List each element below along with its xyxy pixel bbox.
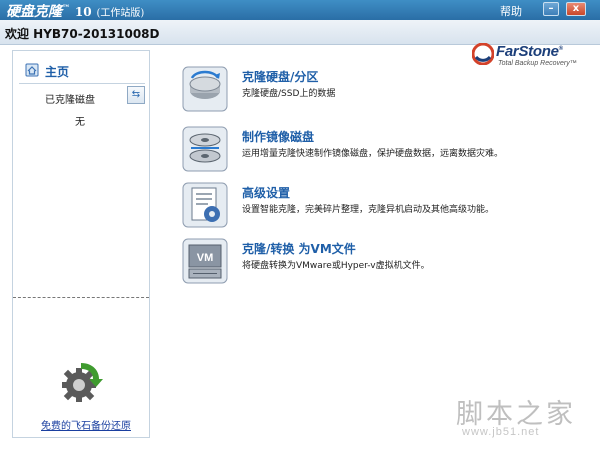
- task-title: 克隆硬盘/分区: [242, 70, 319, 84]
- mirror-disk-icon: [182, 126, 228, 172]
- close-button[interactable]: x: [566, 2, 586, 16]
- task-title: 高级设置: [242, 186, 291, 200]
- sidebar-item-label: 主页: [45, 65, 70, 79]
- help-link[interactable]: 帮助: [500, 3, 522, 19]
- app-name: 硬盘克隆: [6, 4, 62, 20]
- task-clone-disk[interactable]: 克隆硬盘/分区 克隆硬盘/SSD上的数据: [182, 66, 582, 114]
- task-description: 克隆硬盘/SSD上的数据: [242, 89, 336, 99]
- task-title: 克隆/转换 为VM文件: [242, 242, 356, 256]
- task-advanced-settings[interactable]: 高级设置 设置智能克隆，完美碎片整理，克隆异机启动及其他高级功能。: [182, 182, 582, 230]
- gear-icon: [62, 363, 103, 402]
- app-edition: (工作站版): [96, 8, 145, 19]
- task-description: 将硬盘转换为VMware或Hyper-v虚拟机文件。: [242, 261, 430, 271]
- task-title: 制作镜像磁盘: [242, 130, 315, 144]
- cloned-disk-empty: 无: [75, 117, 85, 128]
- task-description: 设置智能克隆，完美碎片整理，克隆异机启动及其他高级功能。: [242, 205, 495, 215]
- app-version: 10: [74, 5, 92, 19]
- window-title: 硬盘克隆™ 10 (工作站版): [6, 1, 144, 21]
- welcome-text: 欢迎 HYB70-20131008D: [5, 27, 160, 41]
- vm-convert-icon: VM: [182, 238, 228, 284]
- clone-disk-icon: [182, 66, 228, 112]
- refresh-icon: ⇆: [131, 89, 141, 100]
- logo-name: FarStone®: [496, 43, 563, 60]
- task-convert-vm[interactable]: VM 克隆/转换 为VM文件 将硬盘转换为VMware或Hyper-v虚拟机文件…: [182, 238, 582, 286]
- refresh-button[interactable]: ⇆: [127, 86, 145, 104]
- task-mirror-disk[interactable]: 制作镜像磁盘 运用增量克隆快速制作镜像磁盘，保护硬盘数据，远离数据灾难。: [182, 126, 582, 174]
- farstone-logo-icon: [472, 43, 494, 65]
- watermark-url: www.jb51.net: [462, 426, 540, 438]
- logo-registered: ®: [558, 46, 563, 52]
- cloned-disk-label: 已克隆磁盘: [45, 95, 95, 106]
- title-bar: 硬盘克隆™ 10 (工作站版) 帮助 – x: [0, 0, 600, 20]
- sidebar-item-home[interactable]: 主页: [23, 61, 141, 83]
- svg-text:VM: VM: [197, 252, 214, 264]
- free-backup-link[interactable]: 免费的飞石备份还原: [41, 417, 131, 432]
- task-description: 运用增量克隆快速制作镜像磁盘，保护硬盘数据，远离数据灾难。: [242, 149, 504, 159]
- logo-name-text: FarStone: [496, 43, 559, 60]
- trademark: ™: [62, 2, 70, 13]
- home-icon: [25, 63, 39, 77]
- sidebar-dashed-divider: [13, 297, 149, 298]
- minimize-button[interactable]: –: [543, 2, 559, 16]
- sidebar: 主页 已克隆磁盘 ⇆ 无 免费的飞石备份还原: [12, 50, 150, 438]
- settings-icon: [182, 182, 228, 228]
- sidebar-divider: [19, 83, 145, 84]
